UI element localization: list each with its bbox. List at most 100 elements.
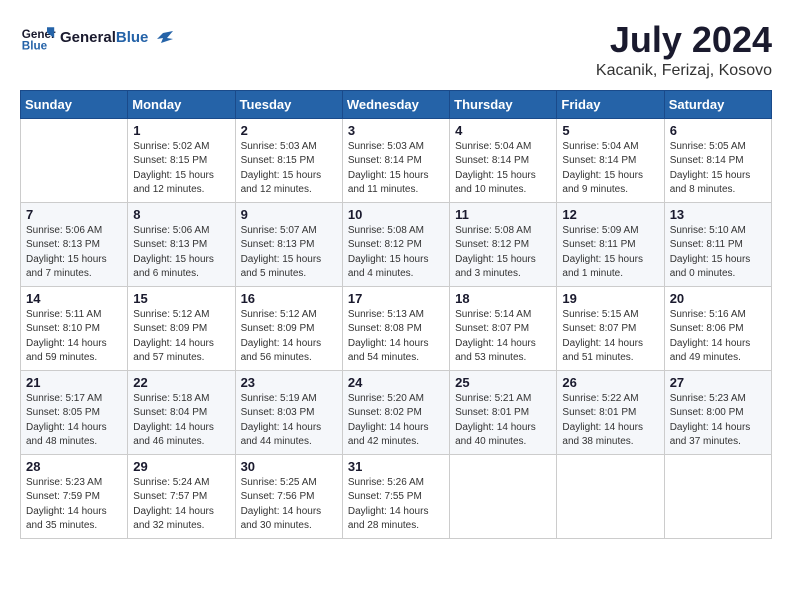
calendar-week-3: 14 Sunrise: 5:11 AMSunset: 8:10 PMDayligh… (21, 286, 772, 370)
table-row (664, 454, 771, 538)
day-info: Sunrise: 5:03 AMSunset: 8:15 PMDaylight:… (241, 140, 337, 198)
day-number: 21 (26, 375, 122, 390)
day-info: Sunrise: 5:11 AMSunset: 8:10 PMDaylight:… (26, 308, 122, 366)
svg-text:Blue: Blue (22, 40, 48, 53)
table-row: 18 Sunrise: 5:14 AMSunset: 8:07 PMDayligh… (450, 286, 557, 370)
table-row: 9 Sunrise: 5:07 AMSunset: 8:13 PMDaylight… (235, 202, 342, 286)
day-info: Sunrise: 5:10 AMSunset: 8:11 PMDaylight:… (670, 224, 766, 282)
day-number: 12 (562, 207, 658, 222)
day-number: 22 (133, 375, 229, 390)
day-number: 16 (241, 291, 337, 306)
calendar-week-2: 7 Sunrise: 5:06 AMSunset: 8:13 PMDaylight… (21, 202, 772, 286)
table-row: 2 Sunrise: 5:03 AMSunset: 8:15 PMDaylight… (235, 118, 342, 202)
day-number: 18 (455, 291, 551, 306)
day-number: 6 (670, 123, 766, 138)
table-row: 10Sunrise: 5:08 AMSunset: 8:12 PMDayligh… (342, 202, 449, 286)
day-info: Sunrise: 5:17 AMSunset: 8:05 PMDaylight:… (26, 392, 122, 450)
day-number: 5 (562, 123, 658, 138)
day-number: 28 (26, 459, 122, 474)
day-info: Sunrise: 5:09 AMSunset: 8:11 PMDaylight:… (562, 224, 658, 282)
day-info: Sunrise: 5:23 AMSunset: 7:59 PMDaylight:… (26, 476, 122, 534)
calendar-week-5: 28 Sunrise: 5:23 AMSunset: 7:59 PMDayligh… (21, 454, 772, 538)
day-info: Sunrise: 5:12 AMSunset: 8:09 PMDaylight:… (133, 308, 229, 366)
day-info: Sunrise: 5:06 AMSunset: 8:13 PMDaylight:… (26, 224, 122, 282)
day-info: Sunrise: 5:23 AMSunset: 8:00 PMDaylight:… (670, 392, 766, 450)
col-wednesday: Wednesday (342, 90, 449, 118)
table-row: 1 Sunrise: 5:02 AMSunset: 8:15 PMDaylight… (128, 118, 235, 202)
table-row: 20Sunrise: 5:16 AMSunset: 8:06 PMDayligh… (664, 286, 771, 370)
day-info: Sunrise: 5:24 AMSunset: 7:57 PMDaylight:… (133, 476, 229, 534)
col-monday: Monday (128, 90, 235, 118)
day-number: 31 (348, 459, 444, 474)
day-number: 15 (133, 291, 229, 306)
day-number: 10 (348, 207, 444, 222)
table-row: 27 Sunrise: 5:23 AMSunset: 8:00 PMDayligh… (664, 370, 771, 454)
day-info: Sunrise: 5:19 AMSunset: 8:03 PMDaylight:… (241, 392, 337, 450)
table-row (557, 454, 664, 538)
day-info: Sunrise: 5:18 AMSunset: 8:04 PMDaylight:… (133, 392, 229, 450)
day-number: 7 (26, 207, 122, 222)
day-info: Sunrise: 5:21 AMSunset: 8:01 PMDaylight:… (455, 392, 551, 450)
page-header: General Blue GeneralBlue July 2024 Kacan… (20, 20, 772, 80)
day-number: 13 (670, 207, 766, 222)
day-number: 19 (562, 291, 658, 306)
table-row: 13 Sunrise: 5:10 AMSunset: 8:11 PMDayligh… (664, 202, 771, 286)
day-number: 26 (562, 375, 658, 390)
table-row: 14 Sunrise: 5:11 AMSunset: 8:10 PMDayligh… (21, 286, 128, 370)
day-info: Sunrise: 5:05 AMSunset: 8:14 PMDaylight:… (670, 140, 766, 198)
table-row: 21 Sunrise: 5:17 AMSunset: 8:05 PMDayligh… (21, 370, 128, 454)
day-info: Sunrise: 5:04 AMSunset: 8:14 PMDaylight:… (455, 140, 551, 198)
col-thursday: Thursday (450, 90, 557, 118)
day-number: 9 (241, 207, 337, 222)
day-info: Sunrise: 5:08 AMSunset: 8:12 PMDaylight:… (455, 224, 551, 282)
table-row: 22 Sunrise: 5:18 AMSunset: 8:04 PMDayligh… (128, 370, 235, 454)
table-row: 6 Sunrise: 5:05 AMSunset: 8:14 PMDaylight… (664, 118, 771, 202)
day-number: 3 (348, 123, 444, 138)
day-info: Sunrise: 5:20 AMSunset: 8:02 PMDaylight:… (348, 392, 444, 450)
table-row: 26 Sunrise: 5:22 AMSunset: 8:01 PMDayligh… (557, 370, 664, 454)
table-row: 3Sunrise: 5:03 AMSunset: 8:14 PMDaylight… (342, 118, 449, 202)
table-row: 19 Sunrise: 5:15 AMSunset: 8:07 PMDayligh… (557, 286, 664, 370)
day-number: 11 (455, 207, 551, 222)
day-info: Sunrise: 5:02 AMSunset: 8:15 PMDaylight:… (133, 140, 229, 198)
day-number: 17 (348, 291, 444, 306)
logo-icon: General Blue (20, 20, 56, 56)
location-subtitle: Kacanik, Ferizaj, Kosovo (596, 62, 772, 80)
table-row (21, 118, 128, 202)
day-number: 24 (348, 375, 444, 390)
day-info: Sunrise: 5:13 AMSunset: 8:08 PMDaylight:… (348, 308, 444, 366)
table-row: 11 Sunrise: 5:08 AMSunset: 8:12 PMDayligh… (450, 202, 557, 286)
table-row: 29Sunrise: 5:24 AMSunset: 7:57 PMDayligh… (128, 454, 235, 538)
day-number: 23 (241, 375, 337, 390)
col-tuesday: Tuesday (235, 90, 342, 118)
table-row: 4 Sunrise: 5:04 AMSunset: 8:14 PMDaylight… (450, 118, 557, 202)
table-row: 16 Sunrise: 5:12 AMSunset: 8:09 PMDayligh… (235, 286, 342, 370)
day-number: 2 (241, 123, 337, 138)
table-row: 25 Sunrise: 5:21 AMSunset: 8:01 PMDayligh… (450, 370, 557, 454)
month-year-title: July 2024 (596, 20, 772, 60)
day-info: Sunrise: 5:06 AMSunset: 8:13 PMDaylight:… (133, 224, 229, 282)
day-number: 1 (133, 123, 229, 138)
day-info: Sunrise: 5:12 AMSunset: 8:09 PMDaylight:… (241, 308, 337, 366)
calendar-week-4: 21 Sunrise: 5:17 AMSunset: 8:05 PMDayligh… (21, 370, 772, 454)
day-info: Sunrise: 5:07 AMSunset: 8:13 PMDaylight:… (241, 224, 337, 282)
table-row: 28 Sunrise: 5:23 AMSunset: 7:59 PMDayligh… (21, 454, 128, 538)
day-info: Sunrise: 5:15 AMSunset: 8:07 PMDaylight:… (562, 308, 658, 366)
table-row: 5Sunrise: 5:04 AMSunset: 8:14 PMDaylight… (557, 118, 664, 202)
col-sunday: Sunday (21, 90, 128, 118)
day-info: Sunrise: 5:26 AMSunset: 7:55 PMDaylight:… (348, 476, 444, 534)
table-row: 17 Sunrise: 5:13 AMSunset: 8:08 PMDayligh… (342, 286, 449, 370)
col-saturday: Saturday (664, 90, 771, 118)
day-info: Sunrise: 5:14 AMSunset: 8:07 PMDaylight:… (455, 308, 551, 366)
table-row (450, 454, 557, 538)
day-number: 30 (241, 459, 337, 474)
logo-bird-icon (155, 29, 173, 47)
day-number: 14 (26, 291, 122, 306)
day-number: 25 (455, 375, 551, 390)
day-number: 4 (455, 123, 551, 138)
day-info: Sunrise: 5:22 AMSunset: 8:01 PMDaylight:… (562, 392, 658, 450)
day-number: 27 (670, 375, 766, 390)
title-block: July 2024 Kacanik, Ferizaj, Kosovo (596, 20, 772, 80)
table-row: 30Sunrise: 5:25 AMSunset: 7:56 PMDayligh… (235, 454, 342, 538)
logo-text: GeneralBlue (60, 29, 173, 47)
